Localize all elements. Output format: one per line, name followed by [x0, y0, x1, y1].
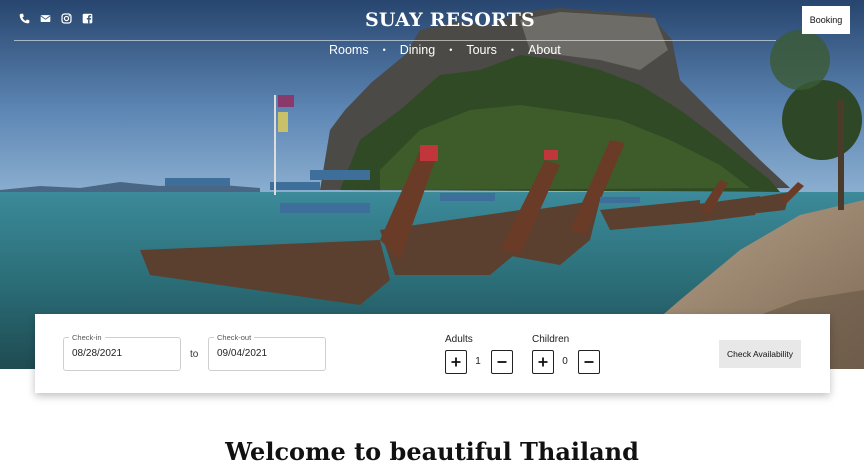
adults-increment-button[interactable] [445, 350, 467, 374]
checkin-input[interactable] [72, 348, 172, 359]
header-divider [14, 40, 776, 41]
plus-icon [451, 357, 461, 367]
checkout-field[interactable]: Check-out [208, 333, 326, 371]
checkin-label: Check-in [69, 333, 105, 342]
children-decrement-button[interactable] [578, 350, 600, 374]
top-bar: SUAY RESORTS Booking [0, 0, 864, 40]
nav-item-rooms[interactable]: Rooms [327, 43, 371, 57]
nav-separator: • [382, 45, 386, 55]
booking-card: Check-in to Check-out Adults 1 Children … [35, 314, 830, 393]
nav-item-dining[interactable]: Dining [398, 43, 437, 57]
minus-icon [497, 361, 507, 363]
checkout-input[interactable] [217, 348, 317, 359]
plus-icon [538, 357, 548, 367]
booking-button[interactable]: Booking [802, 6, 850, 34]
children-count: 0 [562, 356, 568, 367]
nav-item-tours[interactable]: Tours [464, 43, 499, 57]
nav-separator: • [449, 45, 453, 55]
checkout-label: Check-out [214, 333, 255, 342]
adults-decrement-button[interactable] [491, 350, 513, 374]
date-range-separator: to [190, 349, 199, 360]
nav-separator: • [510, 45, 515, 55]
children-label: Children [532, 334, 570, 345]
checkin-field[interactable]: Check-in [63, 333, 181, 371]
check-availability-button[interactable]: Check Availability [719, 340, 801, 368]
adults-label: Adults [445, 334, 473, 345]
welcome-heading: Welcome to beautiful Thailand [225, 437, 639, 466]
minus-icon [584, 361, 594, 363]
children-increment-button[interactable] [532, 350, 554, 374]
adults-count: 1 [475, 356, 481, 367]
brand-logo[interactable]: SUAY RESORTS [0, 9, 864, 31]
nav-item-about[interactable]: About [526, 43, 563, 57]
